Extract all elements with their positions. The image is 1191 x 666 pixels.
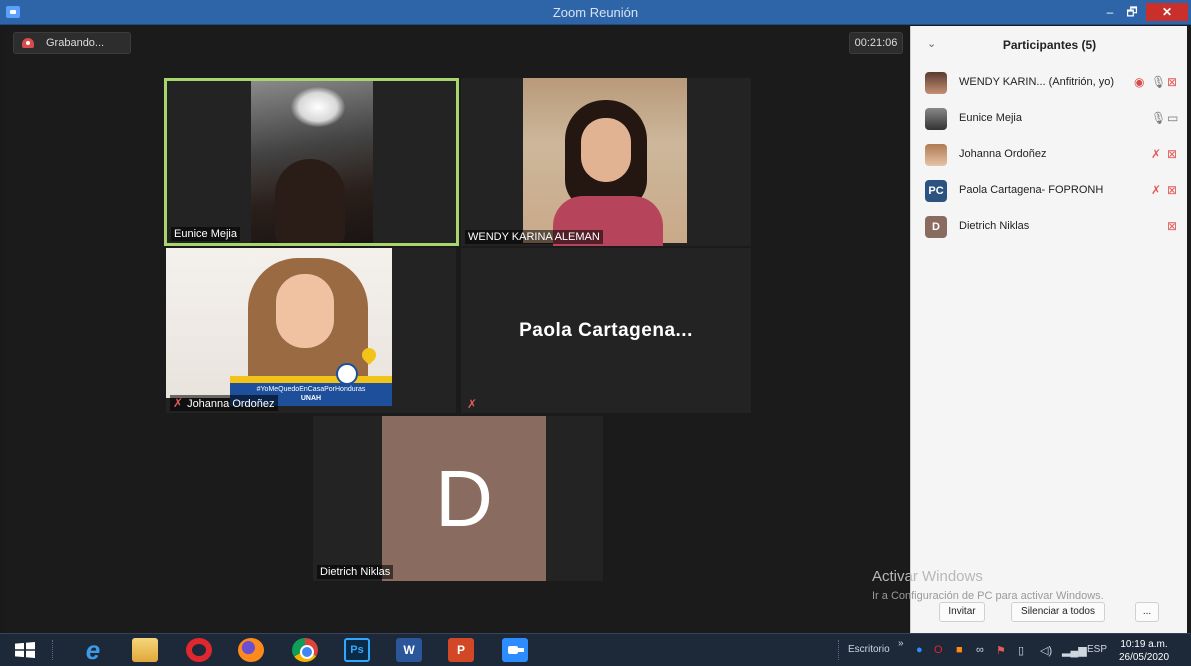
cloud-recording-icon [22,38,34,48]
activation-watermark-text: Ir a Configuración de PC para activar Wi… [872,590,1104,602]
word-icon[interactable]: W [396,638,422,662]
network-warning-icon[interactable]: ⚑ [996,644,1006,657]
mic-icon[interactable]: 🎙 [1151,75,1166,89]
avatar: PC [925,180,947,202]
recording-icon: ◉ [1134,75,1145,89]
opera-icon[interactable] [186,638,212,662]
muted-mic-icon: ✗ [173,396,184,410]
participant-name: Dietrich Niklas [959,220,1030,232]
mic-muted-icon[interactable]: ✗ [1151,183,1161,197]
tile-big-name: Paola Cartagena... [519,320,693,341]
chevron-right-icon[interactable]: » [898,638,904,649]
video-off-icon[interactable]: ⊠ [1167,75,1177,89]
window-title: Zoom Reunión [552,5,639,20]
app-tray-icon[interactable]: ■ [956,644,963,656]
participant-row[interactable]: PC Paola Cartagena- FOPRONH ✗ ⊠ [911,174,1188,208]
firefox-icon[interactable] [238,638,264,662]
participants-panel: ⌄ Participantes (5) WENDY KARIN... (Anfi… [910,26,1187,633]
taskbar-separator [52,640,55,660]
more-button[interactable]: ... [1135,602,1159,622]
video-tile-dietrich[interactable]: D Dietrich Niklas [313,416,603,581]
video-tile-eunice[interactable]: Eunice Mejia [164,78,459,246]
participant-row[interactable]: Eunice Mejia 🎙 ▭ [911,102,1188,136]
system-clock[interactable]: 10:19 a.m. 26/05/2020 [1114,638,1174,664]
participant-face [581,118,631,182]
powerpoint-icon[interactable]: P [448,638,474,662]
video-off-icon[interactable]: ⊠ [1167,219,1177,233]
volume-icon[interactable]: ◁) [1040,644,1052,657]
zoom-taskbar-icon[interactable] [502,638,528,662]
video-tile-johanna[interactable]: #YoMeQuedoEnCasaPorHonduras UNAH ✗ Johann… [166,248,456,413]
windows-taskbar: e Ps W P Escritorio » ● O ■ ∞ ⚑ ▯ ◁) ▂▄▆… [0,633,1191,666]
avatar [925,144,947,166]
mute-all-button[interactable]: Silenciar a todos [1011,602,1105,622]
muted-mic-icon: ✗ [467,397,478,411]
clock-time: 10:19 a.m. [1120,639,1168,650]
opera-tray-icon[interactable]: O [934,644,943,656]
video-tile-paola[interactable]: Paola Cartagena... ✗ [461,248,751,413]
participant-row[interactable]: Johanna Ordoñez ✗ ⊠ [911,138,1188,172]
video-off-icon[interactable]: ⊠ [1167,183,1177,197]
title-bar: Zoom Reunión – 🗗 ✕ [0,0,1191,25]
signal-icon[interactable]: ▂▄▆ [1062,644,1087,657]
desktop-toolbar-label[interactable]: Escritorio [848,644,890,655]
zoom-tray-icon[interactable]: ● [916,644,923,656]
clock-date: 26/05/2020 [1118,652,1170,663]
participant-row[interactable]: D Dietrich Niklas ⊠ [911,210,1188,244]
language-indicator[interactable]: ESP [1087,644,1107,655]
activation-watermark-title: Activar Windows [872,568,983,585]
invite-button[interactable]: Invitar [939,602,985,622]
video-tile-wendy[interactable]: WENDY KARINA ALEMAN [461,78,751,246]
chrome-icon[interactable] [292,638,318,662]
avatar: D [925,216,947,238]
participant-name: Johanna Ordoñez [959,148,1047,160]
minimize-button[interactable]: – [1100,3,1120,21]
mic-muted-icon[interactable]: ✗ [1151,147,1161,161]
taskbar-separator [838,640,841,660]
ceiling-lamp [291,87,345,127]
tile-name-label: WENDY KARINA ALEMAN [465,230,603,244]
maximize-button[interactable]: 🗗 [1122,3,1142,21]
link-tray-icon[interactable]: ∞ [976,644,984,656]
banner-stripe [230,376,392,383]
windows-start-icon[interactable] [12,638,38,662]
participant-row[interactable]: WENDY KARIN... (Anfitrión, yo) ◉ 🎙 ⊠ [911,66,1188,100]
avatar [925,108,947,130]
participants-title: Participantes (5) [1002,38,1097,52]
zoom-window: Zoom Reunión – 🗗 ✕ Grabando... 00:21:06 … [0,0,1191,666]
participant-silhouette [275,159,345,243]
participants-header: ⌄ Participantes (5) [911,26,1188,64]
tile-name-label: Eunice Mejia [171,227,240,241]
video-off-icon[interactable]: ⊠ [1167,147,1177,161]
tile-name-label: ✗ Johanna Ordoñez [170,395,278,411]
recording-indicator[interactable]: Grabando... [13,32,131,54]
tile-name-text: Johanna Ordoñez [187,398,275,410]
battery-icon[interactable]: ▯ [1018,644,1024,657]
participant-name: Paola Cartagena- FOPRONH [959,184,1104,196]
internet-explorer-icon[interactable]: e [80,637,106,663]
video-feed [251,81,373,243]
close-button[interactable]: ✕ [1146,3,1188,21]
photoshop-icon[interactable]: Ps [344,638,370,662]
banner-hashtag: #YoMeQuedoEnCasaPorHonduras [256,386,366,393]
participant-name: WENDY KARIN... (Anfitrión, yo) [959,76,1115,88]
house-icon [336,363,358,385]
file-explorer-icon[interactable] [132,638,158,662]
video-icon[interactable]: ▭ [1167,111,1178,125]
tile-name-label: Dietrich Niklas [317,565,394,579]
recording-label: Grabando... [46,37,105,49]
participant-name: Eunice Mejia [959,112,1022,124]
avatar-letter: D [382,416,546,581]
avatar [925,72,947,94]
video-feed [523,78,687,246]
meeting-timer: 00:21:06 [849,32,903,54]
mic-icon[interactable]: 🎙 [1151,111,1166,125]
participant-face [276,274,334,348]
video-gallery: Grabando... 00:21:06 Eunice Mejia WENDY … [6,26,908,633]
